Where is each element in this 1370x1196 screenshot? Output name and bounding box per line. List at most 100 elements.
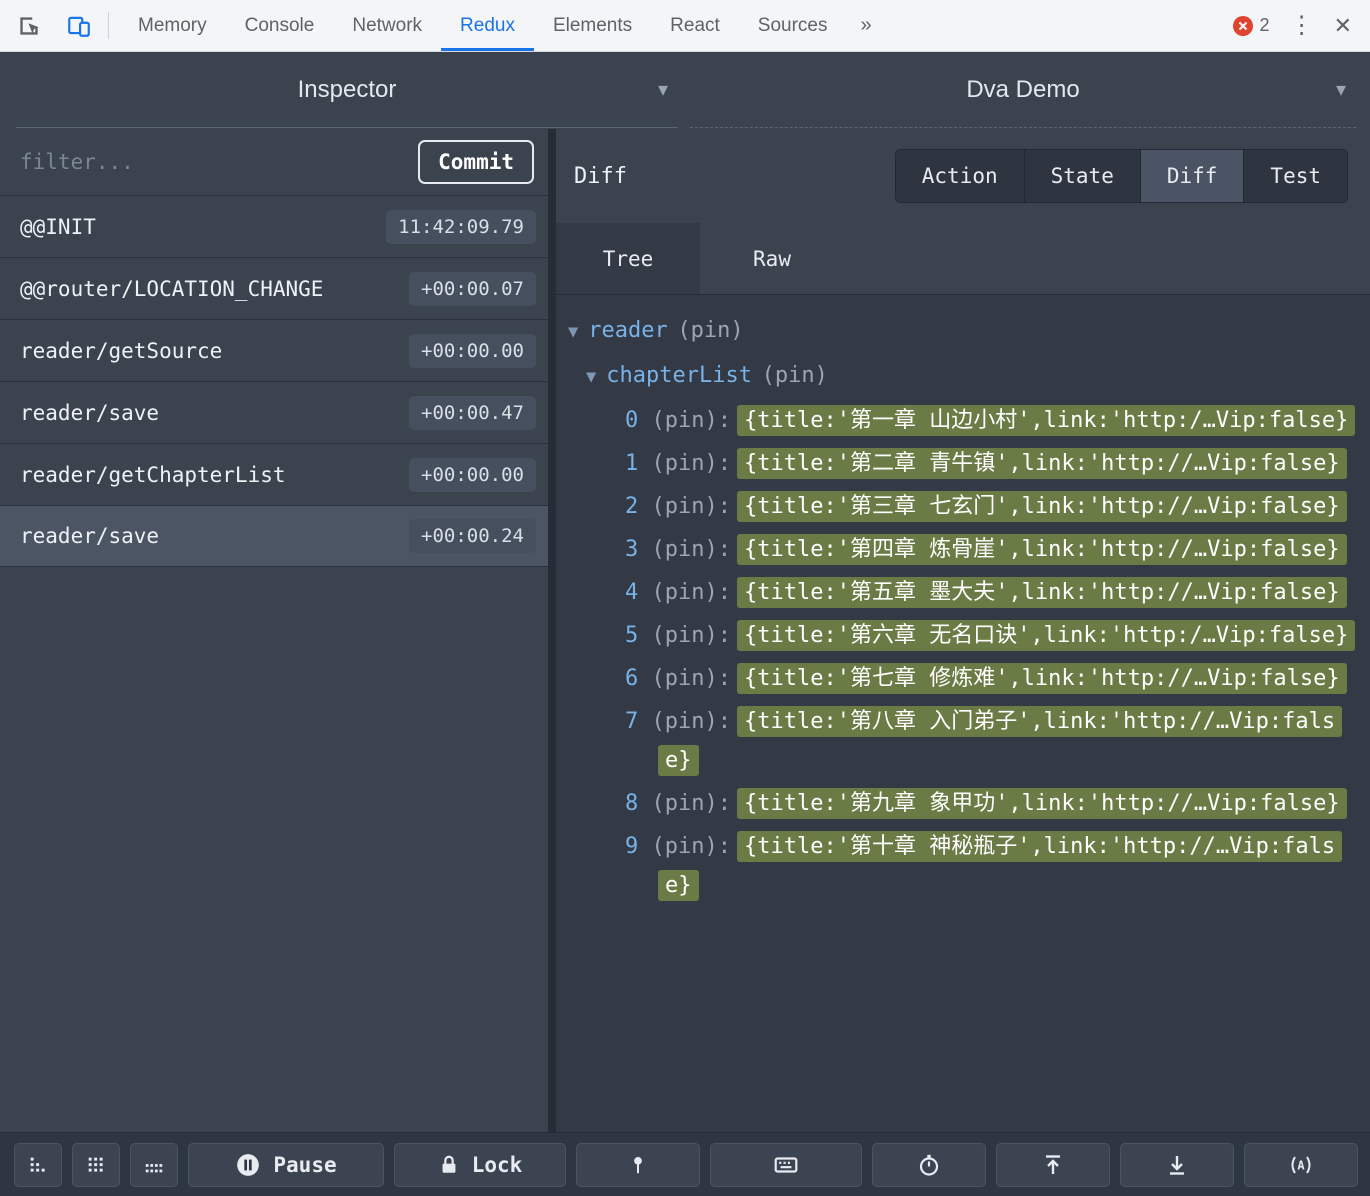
- monitor-select-value: Inspector: [297, 75, 397, 103]
- remote-antenna-icon: A: [1287, 1153, 1315, 1177]
- tab-console[interactable]: Console: [226, 0, 334, 51]
- tab-elements[interactable]: Elements: [534, 0, 651, 51]
- monitor-layout-3-button[interactable]: [130, 1142, 178, 1187]
- lock-icon: [438, 1153, 460, 1177]
- inspector-panel: Diff Action State Diff Test Tree Raw ▼ re…: [556, 129, 1370, 1132]
- close-icon[interactable]: ✕: [1334, 14, 1352, 37]
- lock-label: Lock: [471, 1152, 523, 1177]
- action-timestamp: 11:42:09.79: [386, 209, 536, 244]
- collapse-arrow-icon[interactable]: ▼: [568, 322, 578, 342]
- diff-value: {title:'第六章 无名口诀',link:'http:/…Vip:false…: [736, 620, 1356, 651]
- grid-full-icon: [88, 1157, 103, 1172]
- tree-item: 8 (pin): {title:'第九章 象甲功',link:'http://…V…: [556, 784, 1360, 823]
- action-name: reader/save: [20, 400, 160, 425]
- redux-header: Inspector ▾ Dva Demo ▾: [0, 52, 1370, 129]
- tab-state[interactable]: State: [1023, 149, 1141, 203]
- pin-link[interactable]: (pin):: [652, 666, 731, 691]
- slider-time-travel-button[interactable]: [872, 1142, 986, 1187]
- download-icon: [1165, 1153, 1189, 1177]
- pin-link[interactable]: (pin):: [652, 709, 731, 734]
- item-index: 1: [625, 451, 639, 476]
- tree-node-chapterlist[interactable]: ▼ chapterList (pin): [556, 354, 1360, 399]
- error-badge[interactable]: 2: [1232, 15, 1270, 36]
- pin-link[interactable]: (pin):: [652, 408, 731, 433]
- upload-icon: [1041, 1153, 1065, 1177]
- action-name: reader/getChapterList: [20, 462, 286, 487]
- kebab-menu-icon[interactable]: ⋮: [1290, 13, 1314, 38]
- diff-value: {title:'第七章 修炼难',link:'http://…Vip:false…: [736, 663, 1347, 694]
- diff-value: {title:'第九章 象甲功',link:'http://…Vip:false…: [736, 788, 1347, 819]
- tab-react[interactable]: React: [651, 0, 739, 51]
- tab-diff[interactable]: Diff: [1139, 149, 1245, 203]
- pause-recording-button[interactable]: Pause: [188, 1142, 384, 1187]
- pin-link[interactable]: (pin): [762, 363, 828, 388]
- panel-title: Diff: [574, 163, 627, 189]
- export-button[interactable]: [996, 1142, 1110, 1187]
- view-tab-bar: Tree Raw: [556, 223, 1370, 295]
- instance-select[interactable]: Dva Demo ▾: [690, 52, 1356, 128]
- remote-button[interactable]: A: [1244, 1142, 1358, 1187]
- action-row[interactable]: reader/getSource +00:00.00: [0, 319, 548, 381]
- diff-value: {title:'第二章 青牛镇',link:'http://…Vip:false…: [736, 448, 1347, 479]
- pin-link[interactable]: (pin):: [652, 834, 731, 859]
- toolbar-divider: [108, 12, 109, 39]
- item-index: 0: [625, 408, 639, 433]
- filter-row: Commit: [0, 129, 548, 195]
- commit-button[interactable]: Commit: [418, 140, 534, 184]
- diff-value: {title:'第十章 神秘瓶子',link:'http://…Vip:fals…: [658, 831, 1343, 901]
- action-row[interactable]: reader/save +00:00.47: [0, 381, 548, 443]
- tab-sources[interactable]: Sources: [739, 0, 847, 51]
- stopwatch-icon: [917, 1153, 941, 1177]
- item-index: 9: [625, 834, 639, 859]
- inspect-element-icon[interactable]: [12, 9, 46, 43]
- chevron-down-icon: ▾: [657, 79, 668, 101]
- pin-link[interactable]: (pin):: [652, 494, 731, 519]
- pin-link[interactable]: (pin):: [652, 623, 731, 648]
- pin-link[interactable]: (pin):: [652, 451, 731, 476]
- device-toolbar-icon[interactable]: [62, 9, 96, 43]
- lock-changes-button[interactable]: Lock: [394, 1142, 566, 1187]
- item-index: 5: [625, 623, 639, 648]
- grid-sparse-icon: [30, 1157, 45, 1172]
- filter-input[interactable]: [20, 150, 419, 174]
- error-count: 2: [1259, 15, 1270, 35]
- action-row[interactable]: @@INIT 11:42:09.79: [0, 195, 548, 257]
- devtools-toolbar: Memory Console Network Redux Elements Re…: [0, 0, 1370, 52]
- devtools-tabs: Memory Console Network Redux Elements Re…: [119, 0, 886, 51]
- tab-redux[interactable]: Redux: [441, 0, 534, 51]
- tree-key: reader: [588, 318, 668, 343]
- action-list-panel: Commit @@INIT 11:42:09.79 @@router/LOCAT…: [0, 129, 556, 1132]
- tab-raw[interactable]: Raw: [700, 223, 844, 294]
- tab-test[interactable]: Test: [1243, 149, 1348, 203]
- action-timestamp: +00:00.47: [409, 395, 536, 430]
- collapse-arrow-icon[interactable]: ▼: [586, 367, 596, 387]
- tab-network[interactable]: Network: [333, 0, 441, 51]
- tree-item: 5 (pin): {title:'第六章 无名口诀',link:'http:/…V…: [556, 616, 1360, 655]
- import-button[interactable]: [1120, 1142, 1234, 1187]
- item-index: 3: [625, 537, 639, 562]
- action-row[interactable]: @@router/LOCATION_CHANGE +00:00.07: [0, 257, 548, 319]
- pin-icon: [628, 1153, 648, 1177]
- more-tabs-icon[interactable]: »: [847, 0, 886, 51]
- tab-memory[interactable]: Memory: [119, 0, 226, 51]
- pin-link[interactable]: (pin):: [652, 537, 731, 562]
- action-row[interactable]: reader/getChapterList +00:00.00: [0, 443, 548, 505]
- monitor-select[interactable]: Inspector ▾: [16, 52, 678, 128]
- monitor-layout-2-button[interactable]: [72, 1142, 120, 1187]
- pin-link[interactable]: (pin): [677, 318, 743, 343]
- pin-link[interactable]: (pin):: [652, 791, 731, 816]
- persist-button[interactable]: [576, 1142, 700, 1187]
- tab-tree[interactable]: Tree: [556, 223, 700, 294]
- inspector-header: Diff Action State Diff Test: [556, 129, 1370, 223]
- diff-value: {title:'第四章 炼骨崖',link:'http://…Vip:false…: [736, 534, 1347, 565]
- monitor-layout-1-button[interactable]: [14, 1142, 62, 1187]
- tree-item: 4 (pin): {title:'第五章 墨大夫',link:'http://…V…: [556, 573, 1360, 612]
- dispatcher-button[interactable]: [710, 1142, 862, 1187]
- tree-node-reader[interactable]: ▼ reader (pin): [556, 309, 1360, 354]
- tab-action[interactable]: Action: [894, 149, 1025, 203]
- item-index: 4: [625, 580, 639, 605]
- action-row-selected[interactable]: reader/save +00:00.24: [0, 505, 548, 567]
- grid-dense-icon: [145, 1163, 163, 1172]
- pin-link[interactable]: (pin):: [652, 580, 731, 605]
- action-timestamp: +00:00.00: [409, 333, 536, 368]
